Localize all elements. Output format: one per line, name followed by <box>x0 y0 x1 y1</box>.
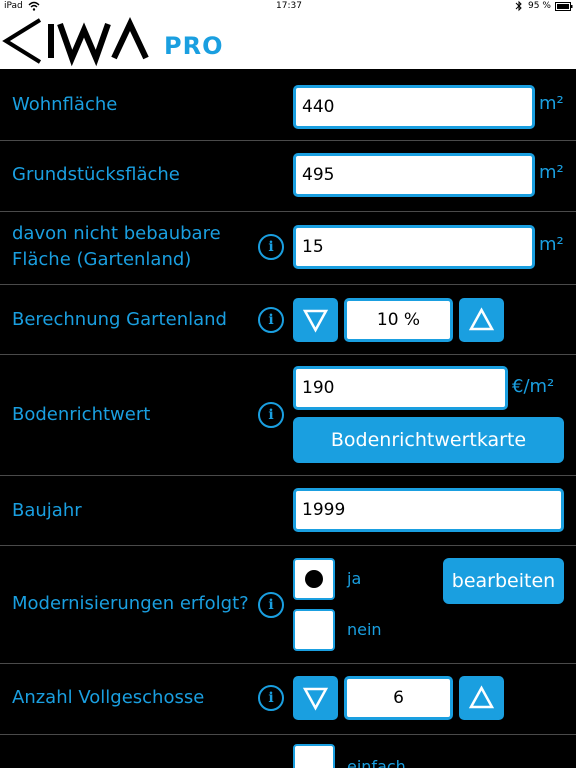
row-vollgeschosse: Anzahl Vollgeschosse i 6 <box>0 664 576 735</box>
baujahr-input[interactable]: 1999 <box>293 488 564 532</box>
label-bodenrichtwert: Bodenrichtwert <box>12 404 151 425</box>
unit-wohnflaeche: m² <box>539 93 564 114</box>
form-content: Wohnfläche 440 m² Grundstücksfläche 495 … <box>0 69 576 768</box>
nicht-bebaubar-input[interactable]: 15 <box>293 225 535 269</box>
label-vollgeschosse: Anzahl Vollgeschosse <box>12 687 205 708</box>
label-baujahr: Baujahr <box>12 500 82 521</box>
radio-nein[interactable] <box>293 609 335 651</box>
unit-bodenrichtwert: €/m² <box>512 376 555 397</box>
option-nein-label: nein <box>347 620 382 639</box>
gartenland-decrease-button[interactable] <box>293 298 338 342</box>
battery-icon <box>555 2 573 14</box>
info-icon[interactable]: i <box>258 234 284 260</box>
triangle-up-icon <box>468 685 495 709</box>
label-nicht-bebaubar-line2: Fläche (Gartenland) <box>12 249 192 270</box>
bluetooth-icon <box>515 0 523 15</box>
info-icon[interactable]: i <box>258 307 284 333</box>
row-nicht-bebaubar: davon nicht bebaubare Fläche (Gartenland… <box>0 212 576 285</box>
option-ja-label: ja <box>347 569 362 588</box>
logo-pro-text: PRO <box>164 32 224 60</box>
battery-percent: 95 % <box>528 1 551 11</box>
label-wohnflaeche: Wohnfläche <box>12 94 118 115</box>
row-ausstattung: einfach <box>0 735 576 768</box>
label-grundstuecksflaeche: Grundstücksfläche <box>12 164 180 185</box>
option-einfach-label: einfach <box>347 757 406 768</box>
vollgeschosse-value[interactable]: 6 <box>344 676 453 720</box>
status-bar: iPad 17:37 95 % <box>0 0 576 14</box>
row-wohnflaeche: Wohnfläche 440 m² <box>0 69 576 141</box>
label-nicht-bebaubar-line1: davon nicht bebaubare <box>12 223 221 244</box>
label-modernisierung: Modernisierungen erfolgt? <box>12 593 249 614</box>
vollgeschosse-decrease-button[interactable] <box>293 676 338 720</box>
vollgeschosse-increase-button[interactable] <box>459 676 504 720</box>
app-header: PRO <box>0 14 576 69</box>
unit-nicht-bebaubar: m² <box>539 234 564 255</box>
radio-selected-dot <box>305 570 323 588</box>
gartenland-value[interactable]: 10 % <box>344 298 453 342</box>
radio-ja[interactable] <box>293 558 335 600</box>
row-grundstuecksflaeche: Grundstücksfläche 495 m² <box>0 141 576 212</box>
triangle-up-icon <box>468 307 495 331</box>
wifi-icon <box>28 0 40 15</box>
info-icon[interactable]: i <box>258 402 284 428</box>
bodenrichtwertkarte-button[interactable]: Bodenrichtwertkarte <box>293 417 564 463</box>
row-gartenland: Berechnung Gartenland i 10 % <box>0 285 576 355</box>
unit-grundstuecksflaeche: m² <box>539 162 564 183</box>
gartenland-increase-button[interactable] <box>459 298 504 342</box>
row-baujahr: Baujahr 1999 <box>0 476 576 546</box>
row-modernisierung: Modernisierungen erfolgt? i ja nein bear… <box>0 546 576 664</box>
device-name: iPad <box>4 1 23 11</box>
radio-einfach[interactable] <box>293 744 335 768</box>
bearbeiten-button[interactable]: bearbeiten <box>443 558 564 604</box>
info-icon[interactable]: i <box>258 685 284 711</box>
wohnflaeche-input[interactable]: 440 <box>293 85 535 129</box>
grundstuecksflaeche-input[interactable]: 495 <box>293 153 535 197</box>
label-gartenland: Berechnung Gartenland <box>12 309 227 330</box>
logo-icon <box>2 16 149 67</box>
row-bodenrichtwert: Bodenrichtwert i 190 €/m² Bodenrichtwert… <box>0 355 576 476</box>
triangle-down-icon <box>302 309 329 333</box>
bodenrichtwert-input[interactable]: 190 <box>293 366 508 410</box>
info-icon[interactable]: i <box>258 592 284 618</box>
triangle-down-icon <box>302 687 329 711</box>
clock: 17:37 <box>276 1 302 11</box>
